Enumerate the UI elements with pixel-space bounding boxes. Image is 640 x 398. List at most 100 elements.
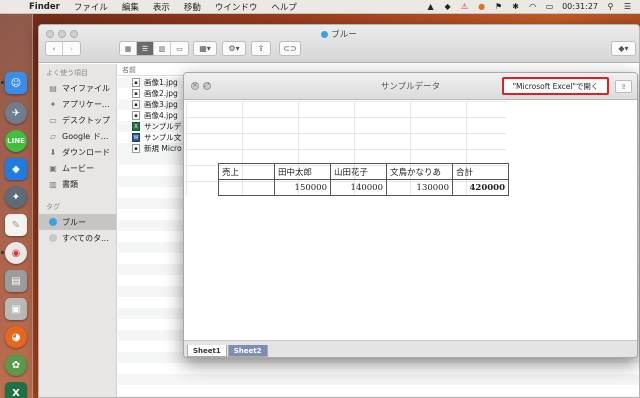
menu-file[interactable]: ファイル: [67, 1, 115, 13]
movies-icon: ▣: [49, 163, 57, 173]
sidebar-item-desktop[interactable]: ▭ デスクトップ: [39, 112, 116, 128]
sidebar-item-movies[interactable]: ▣ ムービー: [39, 160, 116, 176]
sidebar-item-tag-blue[interactable]: ブルー: [39, 214, 116, 230]
menu-app-name[interactable]: Finder: [22, 2, 67, 12]
blue-tag-dot: [321, 31, 329, 38]
notes-dock-icon[interactable]: ✎: [5, 214, 27, 236]
blue-tag-icon: [49, 218, 57, 226]
sheet-tab-1[interactable]: Sheet1: [187, 345, 227, 357]
dock: ☺ ✈ LINE ◆ ✦ ✎ ◉ ▤ ▣ ◕ ✿ X: [0, 14, 33, 398]
table-cell: 山田花子: [330, 163, 387, 180]
table-row: 150000 140000 130000 420000: [218, 179, 509, 196]
documents-icon: ▥: [49, 179, 57, 189]
list-view-button[interactable]: ☰: [137, 42, 154, 55]
sheet-tab-bar: Sheet1 Sheet2: [184, 340, 637, 357]
tray-fire-icon[interactable]: ●: [477, 2, 486, 11]
menu-bar: Finder ファイル 編集 表示 移動 ウインドウ ヘルプ ▲ ◆ ⚠ ● ⚑…: [0, 0, 640, 14]
excel-dock-icon[interactable]: X: [5, 382, 27, 398]
image-file-icon: ▪: [132, 100, 140, 109]
table-cell: 田中太郎: [274, 163, 331, 180]
tray-battery-icon[interactable]: ▭: [545, 2, 554, 11]
running-indicator: [1, 251, 4, 254]
tray-dropbox-icon[interactable]: ◆: [443, 2, 452, 11]
column-view-button[interactable]: ▥: [154, 42, 171, 55]
view-switcher: ▦ ☰ ▥ ▭: [119, 41, 189, 56]
sheet-tab-2[interactable]: Sheet2: [227, 345, 268, 357]
my-files-icon: ▤: [49, 83, 57, 93]
table-cell-total: 420000: [452, 179, 509, 196]
tray-warning-icon[interactable]: ⚠: [460, 2, 469, 11]
tray-icon-1[interactable]: ▲: [426, 2, 435, 11]
share-icon[interactable]: ⇪: [615, 80, 632, 93]
sidebar-item-documents[interactable]: ▥ 書類: [39, 176, 116, 192]
image-file-icon: ▪: [132, 78, 140, 87]
table-cell: 合計: [452, 163, 509, 180]
app-dock-icon[interactable]: ▣: [5, 298, 27, 320]
icon-view-button[interactable]: ▦: [120, 42, 137, 55]
notebook-dock-icon[interactable]: ▤: [5, 270, 27, 292]
back-button[interactable]: ‹: [46, 42, 64, 55]
table-cell: 文鳥かなりあ: [386, 163, 453, 180]
tag-button[interactable]: ⊂⊃: [279, 41, 301, 56]
sidebar-item-all-tags[interactable]: すべてのタ...: [39, 230, 116, 246]
table-cell: [218, 179, 275, 196]
coverflow-view-button[interactable]: ▭: [171, 42, 188, 55]
running-indicator: [1, 81, 4, 84]
tags-heading: タグ: [46, 203, 60, 211]
share-button[interactable]: ⇪: [251, 41, 271, 56]
finder-toolbar: ブルー ‹ › ▦ ☰ ▥ ▭ ▦▾ ⚙▾ ⇪ ⊂⊃ ◆▾: [39, 25, 639, 63]
line-dock-icon[interactable]: LINE: [5, 130, 27, 152]
dropbox-dock-icon[interactable]: ◆: [5, 158, 27, 180]
quick-look-titlebar: × ⤢ サンプルデータ "Microsoft Excel"で開く ⇪: [184, 73, 637, 100]
sales-table: 売上 田中太郎 山田花子 文鳥かなりあ 合計 150000 140000 130…: [218, 163, 509, 196]
arrange-button[interactable]: ▦▾: [193, 41, 217, 56]
launchpad-dock-icon[interactable]: ✈: [5, 102, 27, 124]
word-file-icon: ▪: [132, 144, 140, 153]
menu-go[interactable]: 移動: [177, 1, 208, 13]
image-file-icon: ▪: [132, 111, 140, 120]
tray-flag-icon[interactable]: ⚑: [494, 2, 503, 11]
fullscreen-icon[interactable]: ⤢: [203, 82, 211, 90]
table-cell: 140000: [330, 179, 387, 196]
action-gear-button[interactable]: ⚙▾: [222, 41, 246, 56]
sidebar-item-my-files[interactable]: ▤ マイファイル: [39, 80, 116, 96]
table-cell: 売上: [218, 163, 275, 180]
menu-edit[interactable]: 編集: [115, 1, 146, 13]
sidebar-item-google-drive[interactable]: ▱ Google ド...: [39, 128, 116, 144]
sidebar: よく使う項目 ▤ マイファイル ✦ アプリケー... ▭ デスクトップ ▱ Google…: [39, 64, 117, 397]
dropbox-toolbar-button[interactable]: ◆▾: [611, 41, 636, 56]
firefox-dock-icon[interactable]: ◕: [5, 326, 27, 348]
chrome-dock-icon[interactable]: ◉: [5, 242, 27, 264]
applications-icon: ✦: [49, 99, 57, 109]
spotlight-search-icon[interactable]: ⚲: [606, 2, 615, 11]
window-title: ブルー: [39, 28, 639, 40]
image-file-icon: ▪: [132, 89, 140, 98]
open-in-excel-button[interactable]: "Microsoft Excel"で開く: [502, 77, 609, 95]
all-tags-icon: [49, 234, 57, 242]
menu-help[interactable]: ヘルプ: [264, 1, 304, 13]
menu-window[interactable]: ウインドウ: [208, 1, 265, 13]
nav-buttons: ‹ ›: [45, 41, 81, 56]
downloads-icon: ⬇: [49, 147, 57, 157]
close-icon[interactable]: ×: [191, 82, 199, 90]
sidebar-item-downloads[interactable]: ⬇ ダウンロード: [39, 144, 116, 160]
desktop-icon: ▭: [49, 115, 57, 125]
safari-dock-icon[interactable]: ✦: [5, 186, 27, 208]
excel-file-icon: X: [132, 122, 140, 131]
notification-center-icon[interactable]: ☰: [623, 2, 632, 11]
menubar-clock[interactable]: 00:31:27: [562, 2, 598, 11]
forward-button[interactable]: ›: [63, 42, 80, 55]
google-drive-icon: ▱: [49, 131, 57, 141]
evernote-dock-icon[interactable]: ✿: [5, 354, 27, 376]
word-file-icon: W: [132, 133, 140, 142]
table-cell: 150000: [274, 179, 331, 196]
table-header-row: 売上 田中太郎 山田花子 文鳥かなりあ 合計: [218, 163, 509, 180]
finder-dock-icon[interactable]: ☺: [5, 72, 27, 94]
tray-wifi-icon[interactable]: ◠: [528, 2, 537, 11]
table-cell: 130000: [386, 179, 453, 196]
tray-bluetooth-icon[interactable]: ✱: [511, 2, 520, 11]
menu-view[interactable]: 表示: [146, 1, 177, 13]
quick-look-panel: × ⤢ サンプルデータ "Microsoft Excel"で開く ⇪ 売上 田中…: [183, 72, 638, 358]
sidebar-item-applications[interactable]: ✦ アプリケー...: [39, 96, 116, 112]
spreadsheet-preview: 売上 田中太郎 山田花子 文鳥かなりあ 合計 150000 140000 130…: [184, 101, 637, 341]
